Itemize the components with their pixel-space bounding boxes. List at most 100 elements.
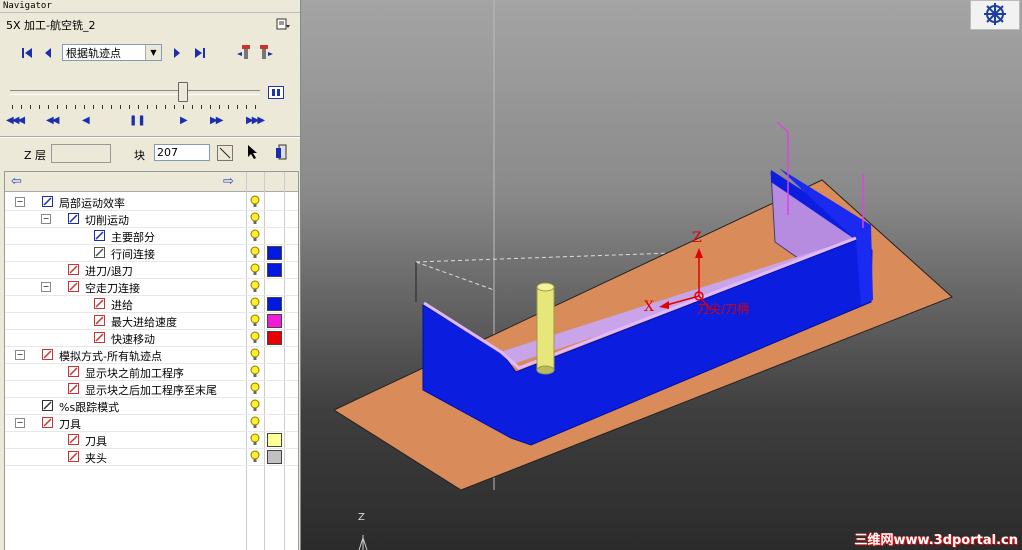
- tree-item-label: 行间连接: [111, 248, 155, 261]
- color-swatch[interactable]: [267, 314, 282, 328]
- panel-menu-icon[interactable]: [276, 18, 290, 30]
- visibility-bulb-icon[interactable]: [250, 212, 260, 225]
- position-slider-thumb[interactable]: [178, 82, 188, 102]
- tree-item-label: 主要部分: [111, 231, 155, 244]
- rapid-link-icon: [68, 281, 79, 292]
- box-icon: [94, 230, 105, 241]
- tree-row[interactable]: − 模拟方式-所有轨迹点: [5, 346, 298, 364]
- tree-header: ⇦ ⇨: [5, 172, 298, 192]
- step-forward-icon[interactable]: ▶: [180, 115, 188, 127]
- 3d-viewport[interactable]: Z X 刀尖/刀柄 Z 三维网www.3dportal.cn: [301, 0, 1022, 550]
- visibility-bulb-icon[interactable]: [250, 297, 260, 310]
- next-point-icon[interactable]: [171, 47, 183, 59]
- tree-row[interactable]: − 切削运动: [5, 210, 298, 228]
- origin-label: 刀尖/刀柄: [697, 302, 750, 316]
- tree-row[interactable]: − 局部运动效率: [5, 193, 298, 211]
- tool-icon: [42, 417, 53, 428]
- view-navigator-button[interactable]: [970, 0, 1020, 30]
- visibility-bulb-icon[interactable]: [250, 314, 260, 327]
- collapse-icon[interactable]: −: [15, 197, 25, 207]
- tree-item-label: %s跟踪模式: [59, 401, 120, 414]
- fast-forward-icon[interactable]: ▶▶▶: [246, 115, 265, 127]
- axis-z-label: Z: [692, 230, 702, 246]
- tree-row[interactable]: 进刀/退刀: [5, 261, 298, 279]
- tree-row[interactable]: 行间连接: [5, 244, 298, 262]
- pause-play-icon[interactable]: ❚❚: [129, 115, 146, 127]
- triad-z-label: Z: [358, 512, 365, 523]
- slider-ticks: [12, 105, 260, 109]
- approach-icon: [68, 264, 79, 275]
- forward-icon[interactable]: ▶▶: [210, 115, 223, 127]
- visibility-bulb-icon[interactable]: [250, 331, 260, 344]
- visibility-bulb-icon[interactable]: [250, 450, 260, 463]
- visibility-bulb-icon[interactable]: [250, 382, 260, 395]
- tree-item-label: 最大进给速度: [111, 316, 177, 329]
- first-point-icon[interactable]: [20, 47, 34, 59]
- visibility-bulb-icon[interactable]: [250, 399, 260, 412]
- visibility-bulb-icon[interactable]: [250, 263, 260, 276]
- select-range-button[interactable]: [217, 145, 233, 161]
- tool-back-icon[interactable]: [236, 44, 252, 60]
- mode-select[interactable]: 根据轨迹点 ▼: [62, 44, 162, 61]
- color-swatch[interactable]: [267, 331, 282, 345]
- position-slider-track[interactable]: [10, 90, 260, 95]
- tree-row[interactable]: 快速移动: [5, 329, 298, 347]
- rewind-icon[interactable]: ◀◀: [46, 115, 59, 127]
- compass-icon: [984, 3, 1006, 25]
- tree-item-label: 模拟方式-所有轨迹点: [59, 350, 162, 363]
- box-icon: [68, 213, 79, 224]
- visibility-bulb-icon[interactable]: [250, 229, 260, 242]
- prev-point-icon[interactable]: [42, 47, 54, 59]
- visibility-bulb-icon[interactable]: [250, 280, 260, 293]
- tree-row[interactable]: 显示块之后加工程序至末尾: [5, 380, 298, 398]
- collapse-icon[interactable]: −: [15, 418, 25, 428]
- tree-item-label: 局部运动效率: [59, 197, 125, 210]
- color-swatch[interactable]: [267, 263, 282, 277]
- tree-row[interactable]: 最大进给速度: [5, 312, 298, 330]
- tree-row[interactable]: 夹头: [5, 448, 298, 466]
- tree-row[interactable]: 显示块之前加工程序: [5, 363, 298, 381]
- pointer-icon[interactable]: [246, 144, 260, 160]
- mode-select-value: 根据轨迹点: [66, 47, 121, 60]
- color-swatch[interactable]: [267, 246, 282, 260]
- chevron-down-icon[interactable]: ▼: [145, 45, 161, 60]
- color-swatch[interactable]: [267, 450, 282, 464]
- back-arrow-icon[interactable]: ⇦: [11, 174, 22, 189]
- tool-forward-icon[interactable]: [258, 44, 274, 60]
- tree-row[interactable]: 进给: [5, 295, 298, 313]
- panel-title: Navigator: [0, 0, 300, 13]
- visibility-bulb-icon[interactable]: [250, 348, 260, 361]
- navigator-panel: Navigator 5X 加工-航空铣_2 根据轨迹点 ▼ ◀◀◀ ◀◀ ◀ ❚…: [0, 0, 301, 550]
- collapse-icon[interactable]: −: [15, 350, 25, 360]
- fast-rewind-icon[interactable]: ◀◀◀: [6, 115, 25, 127]
- visibility-bulb-icon[interactable]: [250, 246, 260, 259]
- collapse-icon[interactable]: −: [41, 282, 51, 292]
- tree-row[interactable]: − 刀具: [5, 414, 298, 432]
- visibility-bulb-icon[interactable]: [250, 416, 260, 429]
- pause-icon[interactable]: [268, 86, 284, 99]
- tree-row[interactable]: 主要部分: [5, 227, 298, 245]
- tool-before-icon: [68, 366, 79, 377]
- visibility-bulb-icon[interactable]: [250, 195, 260, 208]
- block-label: 块: [134, 149, 145, 162]
- feed-icon: [94, 298, 105, 309]
- step-back-icon[interactable]: ◀: [82, 115, 90, 127]
- collapse-icon[interactable]: −: [41, 214, 51, 224]
- z-layer-label: Z 层: [24, 149, 47, 162]
- forward-arrow-icon[interactable]: ⇨: [223, 174, 234, 189]
- color-swatch[interactable]: [267, 297, 282, 311]
- watermark: 三维网www.3dportal.cn: [854, 533, 1018, 548]
- tree-row[interactable]: 刀具: [5, 431, 298, 449]
- z-layer-field[interactable]: [51, 144, 111, 163]
- exit-icon[interactable]: [274, 144, 288, 160]
- visibility-bulb-icon[interactable]: [250, 365, 260, 378]
- last-point-icon[interactable]: [193, 47, 207, 59]
- visibility-bulb-icon[interactable]: [250, 433, 260, 446]
- feed-icon: [94, 315, 105, 326]
- block-field[interactable]: 207: [154, 144, 210, 161]
- tree-row[interactable]: %s跟踪模式: [5, 397, 298, 415]
- tool-after-icon: [68, 383, 79, 394]
- tree-row[interactable]: − 空走刀连接: [5, 278, 298, 296]
- color-swatch[interactable]: [267, 433, 282, 447]
- tool-cylinder: [536, 286, 555, 371]
